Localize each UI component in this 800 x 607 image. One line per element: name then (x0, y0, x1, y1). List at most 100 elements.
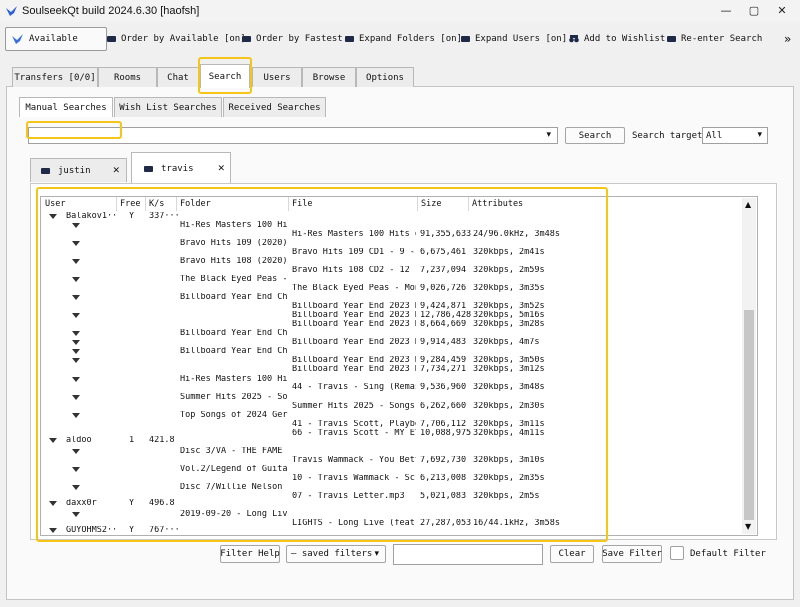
collapse-folder-icon[interactable] (72, 512, 80, 517)
column-header-free[interactable]: Free (117, 197, 146, 211)
column-header-attributes[interactable]: Attributes (469, 197, 607, 211)
folder-name: Top Songs of 2024 Ger··· (180, 411, 288, 420)
folder-name: Summer Hits 2025 - So··· (180, 393, 288, 402)
query-tab-justin[interactable]: justin ✕ (30, 158, 127, 182)
file-attributes: 320kbps, 3m50s (473, 356, 545, 365)
search-tab-icon (41, 167, 50, 174)
status-bird-icon (12, 34, 23, 44)
tab-received-searches[interactable]: Received Searches (223, 97, 326, 117)
file-size: 9,424,871 (420, 302, 467, 311)
saved-filters-label: — saved filters (291, 549, 373, 559)
folder-name: 2019-09-20 - Long Liv··· (180, 510, 288, 519)
filter-input[interactable] (393, 544, 543, 565)
vertical-scrollbar[interactable]: ▲ ▼ (742, 198, 756, 534)
tab-chat[interactable]: Chat (157, 67, 199, 87)
column-header-user[interactable]: User (42, 197, 117, 211)
collapse-folder-icon[interactable] (72, 241, 80, 246)
tab-options[interactable]: Options (356, 67, 414, 87)
tab-rooms[interactable]: Rooms (98, 67, 157, 87)
collapse-folder-icon[interactable] (72, 377, 80, 382)
close-window-icon[interactable]: ✕ (768, 3, 796, 19)
collapse-user-icon[interactable] (49, 501, 57, 506)
user-name: GUYOHMS2··· (66, 526, 116, 535)
collapse-folder-icon[interactable] (72, 295, 80, 300)
add-to-wishlist-button[interactable]: Add to Wishlist (569, 29, 665, 49)
user-speed: 337··· (149, 212, 180, 221)
search-button[interactable]: Search (565, 127, 625, 144)
collapse-folder-icon[interactable] (72, 349, 80, 354)
close-tab-icon[interactable]: ✕ (113, 166, 121, 176)
search-input[interactable]: ▾ (28, 127, 558, 144)
file-size: 6,213,008 (420, 474, 467, 483)
clear-filter-button[interactable]: Clear (550, 545, 594, 563)
user-free-slot: 1 (129, 436, 135, 445)
collapse-folder-icon[interactable] (72, 340, 80, 345)
order-by-fastest-button[interactable]: Order by Fastest (242, 29, 343, 49)
file-size: 7,706,112 (420, 420, 467, 429)
column-header-speed[interactable]: K/s (146, 197, 177, 211)
collapse-folder-icon[interactable] (72, 223, 80, 228)
tab-manual-searches[interactable]: Manual Searches (19, 97, 113, 117)
collapse-folder-icon[interactable] (72, 259, 80, 264)
minimize-icon[interactable]: — (712, 3, 740, 19)
user-name: daxx0r (66, 499, 97, 508)
collapse-folder-icon[interactable] (72, 358, 80, 363)
expand-folders-button[interactable]: Expand Folders [on] (345, 29, 462, 49)
file-name: 66 - Travis Scott - MY EY··· (292, 429, 416, 438)
column-header-size[interactable]: Size (418, 197, 469, 211)
tab-users[interactable]: Users (252, 67, 302, 87)
file-name: Summer Hits 2025 - Songs ··· (292, 402, 416, 411)
file-name: Billboard Year End 2023 H··· (292, 311, 416, 320)
tab-search[interactable]: Search (200, 64, 250, 88)
column-header-folder[interactable]: Folder (177, 197, 289, 211)
user-name: aldoo (66, 436, 92, 445)
tab-transfers[interactable]: Transfers [0/0] (12, 67, 98, 87)
filter-help-button[interactable]: Filter Help (220, 545, 280, 563)
default-filter-label: Default Filter (690, 549, 766, 559)
scroll-down-icon[interactable]: ▼ (745, 522, 751, 531)
save-filter-button[interactable]: Save Filter (602, 545, 662, 563)
query-tab-travis[interactable]: travis ✕ (131, 152, 231, 184)
collapse-user-icon[interactable] (49, 438, 57, 443)
order-by-available-button[interactable]: Order by Available [on] (107, 29, 246, 49)
search-target-value: All (706, 131, 723, 141)
collapse-folder-icon[interactable] (72, 313, 80, 318)
collapse-user-icon[interactable] (49, 214, 57, 219)
collapse-folder-icon[interactable] (72, 395, 80, 400)
toolbar-overflow-icon[interactable]: » (784, 29, 791, 49)
file-size: 27,287,053 (420, 519, 472, 528)
tab-browse[interactable]: Browse (302, 67, 356, 87)
file-attributes: 320kbps, 3m12s (473, 365, 545, 374)
expand-users-button[interactable]: Expand Users [on] (461, 29, 567, 49)
expand-icon (461, 36, 470, 42)
file-size: 8,664,669 (420, 320, 467, 329)
title-bar: SoulseekQt build 2024.6.30 [haofsh] — ▢ … (0, 0, 800, 22)
default-filter-checkbox[interactable] (670, 546, 684, 560)
available-button[interactable]: Available (5, 27, 107, 51)
chevron-down-icon: ▾ (374, 549, 379, 559)
file-size: 10,088,975 (420, 429, 472, 438)
collapse-folder-icon[interactable] (72, 331, 80, 336)
file-name: Travis Wammack - You Bett··· (292, 456, 416, 465)
file-size: 9,914,483 (420, 338, 467, 347)
collapse-user-icon[interactable] (49, 528, 57, 533)
saved-filters-select[interactable]: — saved filters ▾ (286, 545, 386, 563)
file-name: Bravo Hits 109 CD1 - 9 - ··· (292, 248, 416, 257)
file-attributes: 320kbps, 2m35s (473, 474, 545, 483)
chevron-down-icon[interactable]: ▾ (546, 130, 551, 140)
search-target-select[interactable]: All ▾ (702, 127, 768, 144)
tab-wishlist-searches[interactable]: Wish List Searches (114, 97, 222, 117)
refresh-icon (667, 36, 676, 42)
maximize-icon[interactable]: ▢ (740, 3, 768, 19)
collapse-folder-icon[interactable] (72, 413, 80, 418)
collapse-folder-icon[interactable] (72, 467, 80, 472)
collapse-folder-icon[interactable] (72, 449, 80, 454)
close-tab-icon[interactable]: ✕ (218, 164, 226, 174)
collapse-folder-icon[interactable] (72, 277, 80, 282)
reenter-search-button[interactable]: Re-enter Search (667, 29, 762, 49)
collapse-folder-icon[interactable] (72, 485, 80, 490)
scroll-up-icon[interactable]: ▲ (745, 200, 751, 209)
file-name: Billboard Year End 2023 H··· (292, 365, 416, 374)
column-header-file[interactable]: File (289, 197, 418, 211)
scrollbar-thumb[interactable] (744, 310, 754, 520)
